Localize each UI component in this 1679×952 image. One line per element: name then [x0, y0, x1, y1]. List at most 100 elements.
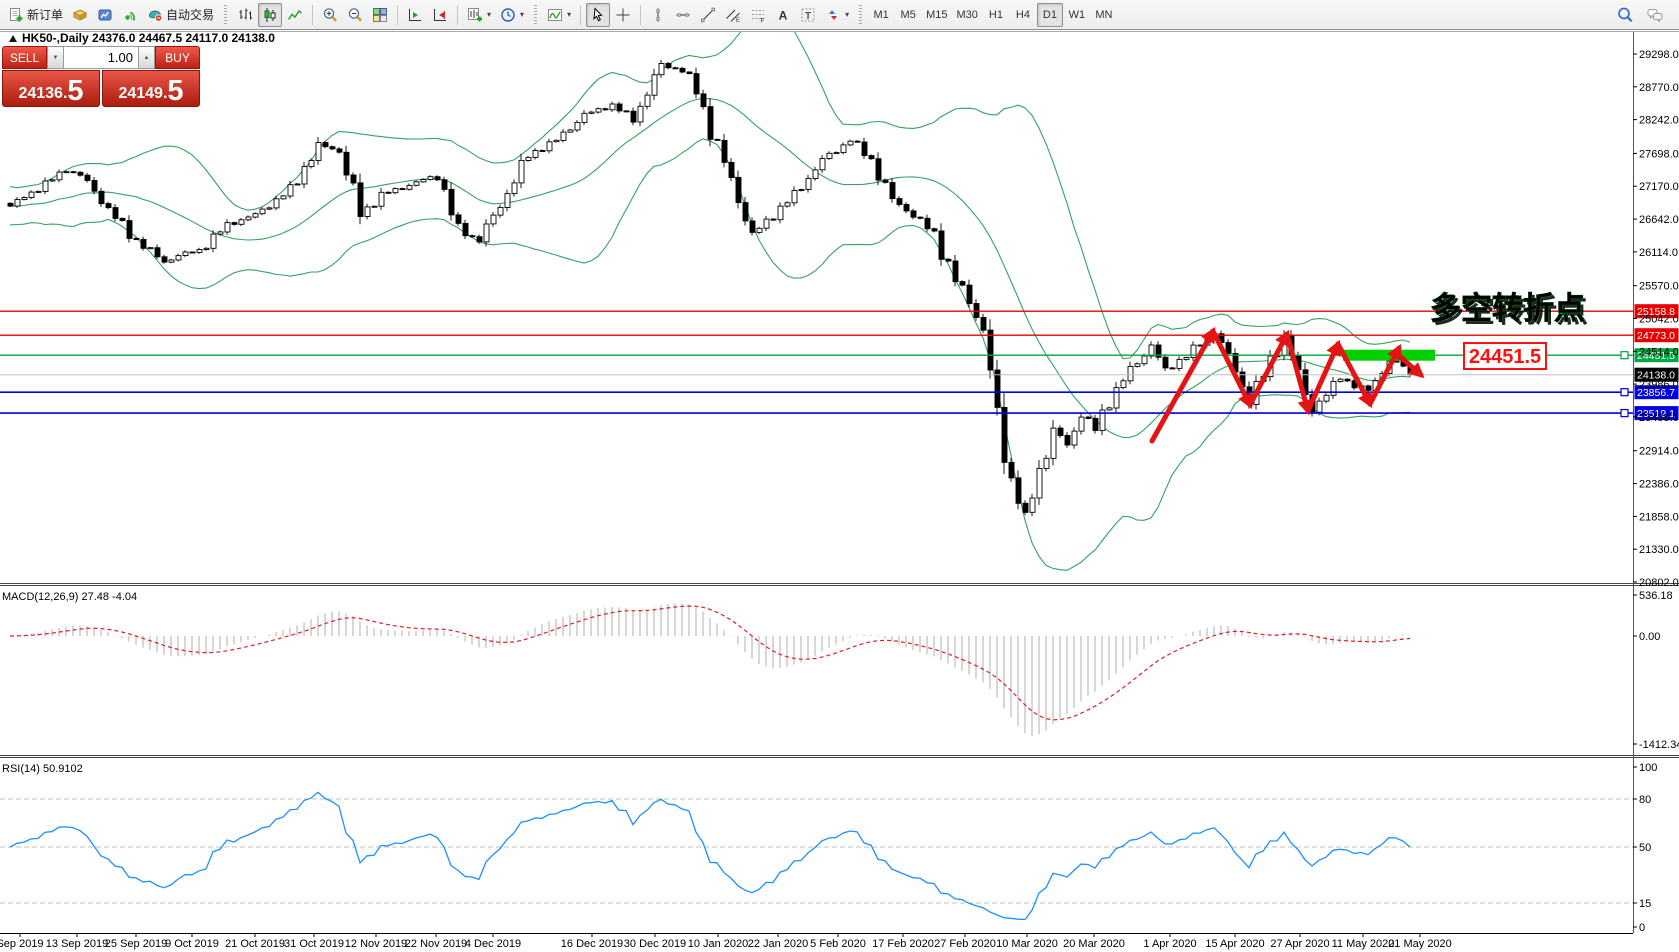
new-order-button[interactable]: 新订单: [4, 3, 67, 27]
horizontal-line-button[interactable]: [671, 3, 695, 27]
timeframe-m30-button[interactable]: M30: [953, 3, 982, 27]
community-chat-button[interactable]: [1643, 3, 1667, 27]
tile-windows-button[interactable]: [368, 3, 392, 27]
candle-body: [15, 200, 20, 207]
candle-body: [890, 183, 895, 199]
magnifier-icon: [1617, 7, 1633, 23]
toolbar-right: [1613, 3, 1675, 27]
candle-body: [435, 177, 440, 180]
highlight-band-rect[interactable]: [1343, 350, 1435, 361]
candle-body: [533, 151, 538, 158]
candle-body: [183, 252, 188, 256]
volume-decrease-button[interactable]: ▼: [47, 46, 64, 69]
sell-price-button[interactable]: 24136.5: [2, 70, 100, 107]
candle-body: [645, 95, 650, 106]
candle-body: [575, 122, 580, 130]
timeframe-m1-button[interactable]: M1: [868, 3, 894, 27]
toolbar-group-zoom: [318, 3, 392, 27]
candle-body: [1051, 428, 1056, 458]
zoom-out-button[interactable]: [343, 3, 367, 27]
time-tick-label: 4 Dec 2019: [465, 938, 521, 950]
candles-icon: [262, 7, 278, 23]
time-tick-label: 9 Oct 2019: [165, 938, 219, 950]
turning-point-label[interactable]: 多空转折点 多空转折点: [1430, 291, 1588, 329]
crosshair-button[interactable]: [611, 3, 635, 27]
zoom-in-button[interactable]: [318, 3, 342, 27]
volume-input[interactable]: 1.00: [64, 46, 138, 69]
candle-body: [820, 159, 825, 170]
gold-box-button[interactable]: [68, 3, 92, 27]
candle: [554, 139, 559, 142]
timeframe-h1-button[interactable]: H1: [983, 3, 1009, 27]
toolbar-grip: [224, 5, 227, 25]
candle-body: [694, 74, 699, 94]
sell-button[interactable]: SELL: [2, 46, 47, 69]
period-presets-button[interactable]: ▾: [496, 3, 528, 27]
timeframe-m15-button[interactable]: M15: [922, 3, 951, 27]
toolbar-group-line-studies: E FAT▾: [646, 3, 853, 27]
one-click-trading-panel: SELL ▼ 1.00 ▲ BUY 24136.5 24149.5: [2, 46, 200, 107]
green-highlight-band[interactable]: [1343, 350, 1435, 361]
candle-body: [1149, 345, 1154, 356]
candle-body: [1107, 408, 1112, 410]
volume-increase-button[interactable]: ▲: [138, 46, 155, 69]
autoscroll-icon: [407, 7, 423, 23]
candle-body: [939, 231, 944, 259]
timeframe-h4-button[interactable]: H4: [1010, 3, 1036, 27]
signals-button[interactable]: [118, 3, 142, 27]
candle-body: [141, 239, 146, 248]
candle-body: [736, 177, 741, 202]
candle-body: [862, 142, 867, 156]
candle-body: [71, 172, 76, 173]
buy-price-button[interactable]: 24149.5: [102, 70, 200, 107]
indicator-icon: [547, 7, 563, 23]
text-button[interactable]: A: [771, 3, 795, 27]
time-tick-label: 10 Jan 2020: [688, 938, 749, 950]
vline-icon: [650, 7, 666, 23]
new-chart-button[interactable]: ▾: [463, 3, 495, 27]
indicators-list-button[interactable]: ▾: [543, 3, 575, 27]
chart-canvas[interactable]: 25158.824773.024451.524138.023856.723519…: [0, 0, 1679, 952]
candle-body: [960, 282, 965, 286]
arrows-button[interactable]: ▾: [821, 3, 853, 27]
buy-button[interactable]: BUY: [155, 46, 200, 69]
candle-body: [631, 111, 636, 122]
axis-price-flag-text: 24773.0: [1637, 330, 1675, 342]
search-button[interactable]: [1613, 3, 1637, 27]
vertical-line-button[interactable]: [646, 3, 670, 27]
autotrading-button[interactable]: 自动交易: [143, 3, 218, 27]
dropdown-caret-icon: ▾: [487, 10, 491, 19]
candle-body: [925, 218, 930, 229]
bar-chart-button[interactable]: [233, 3, 257, 27]
text-label-button[interactable]: T: [796, 3, 820, 27]
candle-body: [799, 190, 804, 191]
equidistant-channel-button[interactable]: E: [721, 3, 745, 27]
line-chart-button[interactable]: [283, 3, 307, 27]
svg-text:E: E: [736, 18, 740, 23]
price-tick-label: 26642.0: [1639, 214, 1679, 226]
price-tick-label: 22386.0: [1639, 479, 1679, 491]
timeframe-m5-button[interactable]: M5: [895, 3, 921, 27]
timeframe-d1-button[interactable]: D1: [1037, 3, 1063, 27]
trendline-button[interactable]: [696, 3, 720, 27]
timeframe-w1-button[interactable]: W1: [1064, 3, 1090, 27]
candle-body: [302, 167, 307, 184]
chart-shift-button[interactable]: [428, 3, 452, 27]
timeframe-mn-button[interactable]: MN: [1091, 3, 1117, 27]
price-callout[interactable]: 24451.5: [1464, 343, 1546, 369]
fibonacci-retracement-button[interactable]: F: [746, 3, 770, 27]
candle-body: [1114, 388, 1119, 408]
candle-body: [1184, 358, 1189, 360]
candle-body: [470, 236, 475, 237]
time-tick-label: 15 Apr 2020: [1205, 938, 1264, 950]
candlestick-chart-button[interactable]: [258, 3, 282, 27]
rsi-tick-label: 15: [1639, 898, 1651, 910]
candle-body: [743, 203, 748, 221]
cursor-icon: [590, 7, 606, 23]
time-tick-label: 27 Feb 2020: [934, 938, 996, 950]
market-data-button[interactable]: [93, 3, 117, 27]
auto-scroll-button[interactable]: [403, 3, 427, 27]
time-tick-label: 31 Oct 2019: [284, 938, 344, 950]
candle-body: [99, 191, 104, 203]
cursor-button[interactable]: [586, 3, 610, 27]
